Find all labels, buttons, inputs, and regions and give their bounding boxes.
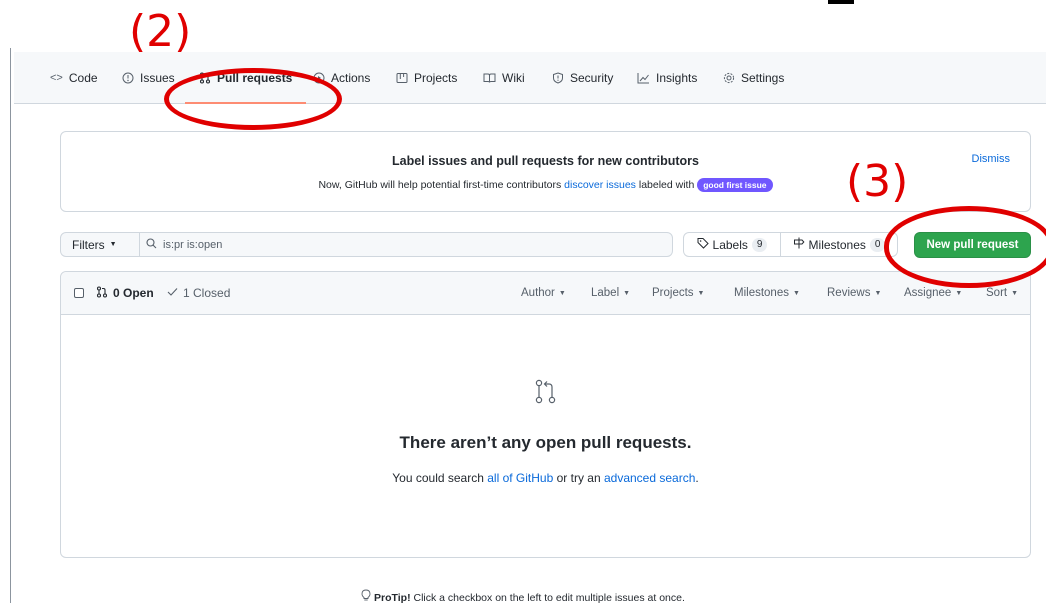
step-2-highlight-ring xyxy=(164,68,342,130)
tab-insights-label: Insights xyxy=(656,71,698,85)
tab-security-label: Security xyxy=(570,71,614,85)
author-label: Author xyxy=(521,287,555,299)
step-3-annotation: (3) xyxy=(846,156,909,207)
labels-count: 9 xyxy=(751,237,768,252)
dismiss-button[interactable]: Dismiss xyxy=(972,153,1011,165)
step-2-annotation: (2) xyxy=(129,6,192,57)
banner-text-before: Now, GitHub will help potential first-ti… xyxy=(318,179,565,191)
tab-wiki[interactable]: Wiki xyxy=(483,52,525,104)
chevron-down-icon: ▼ xyxy=(623,289,631,297)
gear-icon xyxy=(723,72,735,84)
open-filter[interactable]: 0 Open xyxy=(96,285,154,301)
assignee-label: Assignee xyxy=(904,287,952,299)
tab-code[interactable]: <> Code xyxy=(50,52,98,104)
milestones-button[interactable]: Milestones 0 xyxy=(780,232,898,257)
empty-state-title: There aren’t any open pull requests. xyxy=(399,433,692,452)
step-3-highlight-ring xyxy=(884,206,1046,288)
milestones-dropdown[interactable]: Milestones ▼ xyxy=(734,285,800,301)
filters-dropdown[interactable]: Filters ▼ xyxy=(60,232,140,257)
projects-dropdown[interactable]: Projects ▼ xyxy=(652,285,704,301)
author-dropdown[interactable]: Author ▼ xyxy=(521,285,566,301)
chevron-down-icon: ▼ xyxy=(955,289,963,297)
advanced-search-link[interactable]: advanced search xyxy=(604,471,695,485)
book-icon xyxy=(483,72,496,84)
milestones-label: Milestones xyxy=(808,237,866,252)
tag-icon xyxy=(697,237,709,252)
left-border-line xyxy=(10,48,11,603)
project-icon xyxy=(396,72,408,84)
discover-issues-link[interactable]: discover issues xyxy=(564,179,636,191)
chevron-down-icon: ▼ xyxy=(697,289,705,297)
protip: ProTip! Click a checkbox on the left to … xyxy=(0,589,1046,603)
empty-text-3: . xyxy=(695,471,699,485)
labels-label: Labels xyxy=(712,237,748,252)
chevron-down-icon: ▼ xyxy=(558,289,566,297)
tab-settings[interactable]: Settings xyxy=(723,52,784,104)
sort-dropdown[interactable]: Sort ▼ xyxy=(986,285,1018,301)
code-icon: <> xyxy=(50,72,63,84)
projects-label: Projects xyxy=(652,287,694,299)
issue-icon xyxy=(122,72,134,84)
search-icon xyxy=(146,237,157,252)
good-first-issue-label[interactable]: good first issue xyxy=(697,178,773,192)
empty-state-text: You could search all of GitHub or try an… xyxy=(61,471,1030,485)
light-bulb-icon xyxy=(361,589,374,603)
tab-insights[interactable]: Insights xyxy=(637,52,697,104)
select-all-checkbox[interactable] xyxy=(74,288,84,298)
search-box[interactable] xyxy=(139,232,673,257)
list-header: 0 Open 1 Closed Author ▼ Label ▼ Projects ▼… xyxy=(61,272,1030,315)
chevron-down-icon: ▼ xyxy=(874,289,882,297)
pull-request-list: 0 Open 1 Closed Author ▼ Label ▼ Projects ▼… xyxy=(60,271,1031,558)
chevron-down-icon: ▼ xyxy=(792,289,800,297)
open-count-label: 0 Open xyxy=(113,286,154,300)
closed-filter[interactable]: 1 Closed xyxy=(167,285,230,301)
filters-label: Filters xyxy=(72,237,105,252)
all-of-github-link[interactable]: all of GitHub xyxy=(487,471,553,485)
tab-wiki-label: Wiki xyxy=(502,71,525,85)
tab-issues-label: Issues xyxy=(140,71,175,85)
search-input[interactable] xyxy=(163,238,643,251)
labels-button[interactable]: Labels 9 xyxy=(683,232,781,257)
check-icon xyxy=(167,286,178,300)
milestone-icon xyxy=(793,237,805,252)
reviews-dropdown[interactable]: Reviews ▼ xyxy=(827,285,881,301)
chevron-down-icon: ▼ xyxy=(109,241,117,248)
empty-text-2: or try an xyxy=(553,471,604,485)
protip-text: Click a checkbox on the left to edit mul… xyxy=(410,592,685,603)
tab-settings-label: Settings xyxy=(741,71,785,85)
empty-text-1: You could search xyxy=(392,471,488,485)
milestones-filter-label: Milestones xyxy=(734,287,789,299)
pull-request-icon xyxy=(534,379,558,405)
sort-label: Sort xyxy=(986,287,1008,299)
pull-request-icon xyxy=(96,285,108,301)
banner-text-after: labeled with xyxy=(635,179,698,191)
protip-label: ProTip! xyxy=(374,592,411,603)
tab-code-label: Code xyxy=(68,71,98,85)
label-label: Label xyxy=(591,287,620,299)
label-dropdown[interactable]: Label ▼ xyxy=(591,285,630,301)
tab-security[interactable]: Security xyxy=(552,52,613,104)
tab-actions-label: Actions xyxy=(331,71,371,85)
chevron-down-icon: ▼ xyxy=(1011,289,1019,297)
closed-count-label: 1 Closed xyxy=(183,286,231,300)
shield-icon xyxy=(552,72,564,84)
tab-projects[interactable]: Projects xyxy=(396,52,457,104)
tab-projects-label: Projects xyxy=(414,71,458,85)
reviews-label: Reviews xyxy=(827,287,871,299)
graph-icon xyxy=(637,72,650,84)
cropped-glyph-fragment xyxy=(828,0,854,4)
